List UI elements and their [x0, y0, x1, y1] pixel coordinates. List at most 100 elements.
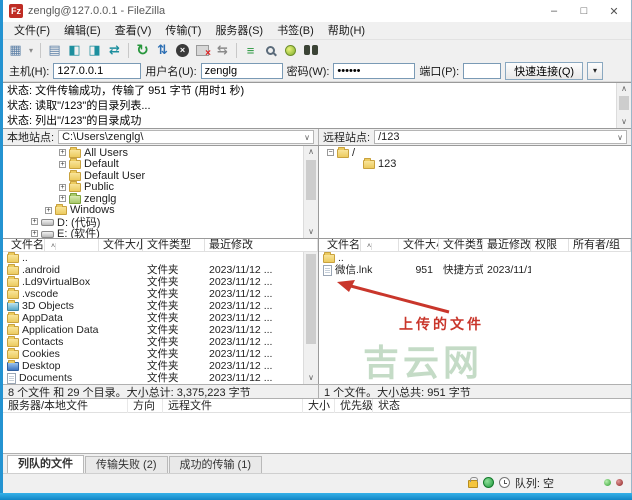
port-input[interactable]: [463, 63, 501, 79]
table-row[interactable]: 微信.lnk951快捷方式2023/11/1...: [319, 264, 631, 276]
quickconnect-button[interactable]: 快速连接(Q): [505, 62, 583, 80]
menu-edit[interactable]: 编辑(E): [57, 23, 108, 39]
column-header-name[interactable]: 文件名˄: [3, 239, 99, 252]
remote-tree-icon[interactable]: ◨: [86, 42, 103, 59]
clock-icon[interactable]: [499, 477, 510, 488]
expand-icon[interactable]: +: [31, 230, 38, 237]
queue-col-server-local[interactable]: 服务器/本地文件: [3, 399, 128, 413]
column-header-size[interactable]: 文件大小: [399, 239, 439, 252]
chevron-down-icon[interactable]: ∨: [304, 133, 310, 142]
queue-col-direction[interactable]: 方向: [128, 399, 163, 413]
scroll-thumb[interactable]: [619, 96, 629, 110]
expand-icon[interactable]: +: [31, 218, 38, 225]
scroll-thumb[interactable]: [306, 160, 316, 200]
refresh-icon[interactable]: ↻: [134, 42, 151, 59]
tree-item[interactable]: +E: (软件): [3, 228, 318, 240]
expand-icon[interactable]: +: [59, 149, 66, 156]
collapse-icon[interactable]: −: [327, 149, 334, 156]
column-header-type[interactable]: 文件类型: [143, 239, 205, 252]
menu-transfer[interactable]: 传输(T): [158, 23, 208, 39]
table-row[interactable]: .Ld9VirtualBox文件夹2023/11/12 ...: [3, 276, 318, 288]
disconnect-icon[interactable]: ×: [194, 42, 211, 59]
maximize-button[interactable]: □: [569, 0, 599, 22]
tree-item[interactable]: +Windows: [3, 205, 318, 217]
column-header-type[interactable]: 文件类型: [439, 239, 483, 252]
password-input[interactable]: [333, 63, 415, 79]
tab-successful-transfers[interactable]: 成功的传输 (1): [169, 456, 263, 473]
expand-icon[interactable]: +: [59, 184, 66, 191]
tree-item[interactable]: Default User: [3, 170, 318, 182]
table-row[interactable]: Contacts文件夹2023/11/12 ...: [3, 336, 318, 348]
scroll-up-icon[interactable]: ∧: [617, 83, 631, 95]
expand-icon[interactable]: +: [59, 195, 66, 202]
queue-col-size[interactable]: 大小: [303, 399, 335, 413]
queue-col-remote-file[interactable]: 远程文件: [163, 399, 303, 413]
tree-item[interactable]: +Default: [3, 159, 318, 171]
column-header-modified[interactable]: 最近修改: [205, 239, 318, 252]
directory-compare-icon[interactable]: ⇄: [106, 42, 123, 59]
site-manager-dropdown-icon[interactable]: ▾: [27, 42, 35, 59]
quickconnect-dropdown-icon[interactable]: ▾: [587, 62, 603, 80]
table-row[interactable]: AppData文件夹2023/11/12 ...: [3, 312, 318, 324]
synchronized-browsing-icon[interactable]: [282, 42, 299, 59]
queue-list[interactable]: [3, 413, 631, 454]
local-list-scrollbar[interactable]: ∨: [303, 252, 318, 384]
encryption-status-icon[interactable]: [483, 477, 494, 488]
table-row[interactable]: Application Data文件夹2023/11/12 ...: [3, 324, 318, 336]
scroll-down-icon[interactable]: ∨: [304, 226, 318, 238]
scroll-thumb[interactable]: [306, 254, 316, 344]
username-input[interactable]: [201, 63, 283, 79]
column-header-permissions[interactable]: 权限: [531, 239, 569, 252]
tree-item[interactable]: +Public: [3, 182, 318, 194]
tree-item[interactable]: +zenglg: [3, 193, 318, 205]
local-tree-scrollbar[interactable]: ∧ ∨: [303, 146, 318, 238]
table-row[interactable]: .vscode文件夹2023/11/12 ...: [3, 288, 318, 300]
reconnect-icon[interactable]: ⇆: [214, 42, 231, 59]
menu-bookmarks[interactable]: 书签(B): [270, 23, 321, 39]
column-header-modified[interactable]: 最近修改: [483, 239, 531, 252]
table-row[interactable]: Documents文件夹2023/11/12 ...: [3, 372, 318, 384]
expand-icon[interactable]: +: [45, 207, 52, 214]
minimize-button[interactable]: –: [539, 0, 569, 22]
table-row[interactable]: ..: [3, 252, 318, 264]
process-queue-icon[interactable]: ⇅: [154, 42, 171, 59]
site-manager-icon[interactable]: ▦: [7, 42, 24, 59]
table-row[interactable]: Desktop文件夹2023/11/12 ...: [3, 360, 318, 372]
column-header-size[interactable]: 文件大小: [99, 239, 143, 252]
remote-site-combo[interactable]: /123 ∨: [374, 130, 627, 144]
menu-file[interactable]: 文件(F): [7, 23, 57, 39]
tree-item[interactable]: −/: [319, 147, 631, 159]
queue-col-priority[interactable]: 优先级: [335, 399, 373, 413]
local-tree-icon[interactable]: ◧: [66, 42, 83, 59]
host-input[interactable]: [53, 63, 141, 79]
table-row[interactable]: 3D Objects文件夹2023/11/12 ...: [3, 300, 318, 312]
lock-icon[interactable]: [468, 480, 478, 488]
log-scrollbar[interactable]: ∧ ∨: [616, 83, 631, 128]
scroll-up-icon[interactable]: ∧: [304, 146, 318, 158]
tab-queued-files[interactable]: 列队的文件: [7, 455, 84, 473]
table-row[interactable]: ..: [319, 252, 631, 264]
menu-help[interactable]: 帮助(H): [321, 23, 372, 39]
column-header-name[interactable]: 文件名˄: [319, 239, 399, 252]
tree-item[interactable]: 123: [319, 159, 631, 171]
queue-col-status[interactable]: 状态: [373, 399, 631, 413]
filter-icon[interactable]: ≡: [242, 42, 259, 59]
tree-item[interactable]: +All Users: [3, 147, 318, 159]
scroll-down-icon[interactable]: ∨: [617, 116, 631, 128]
close-button[interactable]: ✕: [599, 0, 629, 22]
find-files-icon[interactable]: [302, 42, 319, 59]
scroll-down-icon[interactable]: ∨: [304, 372, 318, 384]
table-row[interactable]: .android文件夹2023/11/12 ...: [3, 264, 318, 276]
cancel-icon[interactable]: ×: [174, 42, 191, 59]
directory-comparison-icon[interactable]: [262, 42, 279, 59]
menu-server[interactable]: 服务器(S): [208, 23, 270, 39]
tree-item[interactable]: +D: (代码): [3, 216, 318, 228]
chevron-down-icon[interactable]: ∨: [617, 133, 623, 142]
column-header-owner[interactable]: 所有者/组: [569, 239, 631, 252]
local-site-combo[interactable]: C:\Users\zenglg\ ∨: [58, 130, 314, 144]
expand-icon[interactable]: +: [59, 161, 66, 168]
tab-failed-transfers[interactable]: 传输失败 (2): [85, 456, 168, 473]
menu-view[interactable]: 查看(V): [108, 23, 159, 39]
message-log-icon[interactable]: ▤: [46, 42, 63, 59]
table-row[interactable]: Cookies文件夹2023/11/12 ...: [3, 348, 318, 360]
